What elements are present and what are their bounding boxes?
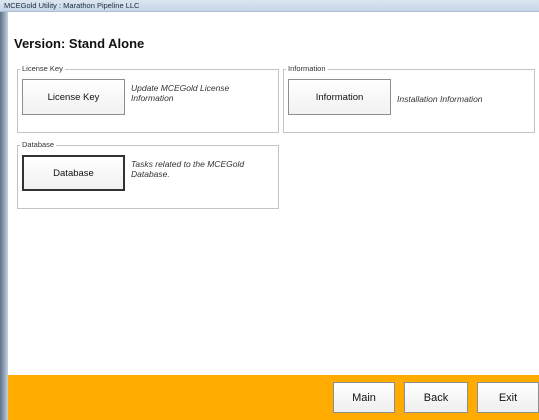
information-group: Information Information Installation Inf… [283, 64, 535, 133]
information-group-caption: Information [286, 64, 328, 74]
main-button[interactable]: Main [333, 382, 395, 413]
database-description: Tasks related to the MCEGold Database. [131, 159, 245, 179]
database-button[interactable]: Database [22, 155, 125, 191]
database-group-caption: Database [20, 140, 57, 150]
version-label: Version: Stand Alone [14, 36, 145, 51]
information-button[interactable]: Information [288, 79, 391, 115]
utility-window: MCEGold Utility : Marathon Pipeline LLC … [0, 0, 539, 420]
back-button[interactable]: Back [404, 382, 468, 413]
window-left-border [0, 12, 8, 420]
exit-button[interactable]: Exit [477, 382, 539, 413]
license-key-group: License Key License Key Update MCEGold L… [17, 64, 279, 133]
information-description: Installation Information [397, 94, 483, 104]
license-key-group-caption: License Key [20, 64, 65, 74]
license-key-description: Update MCEGold License Information [131, 83, 230, 103]
database-group: Database Database Tasks related to the M… [17, 140, 279, 209]
title-bar[interactable]: MCEGold Utility : Marathon Pipeline LLC [0, 0, 539, 12]
footer-bar: Main Back Exit [8, 375, 539, 420]
license-key-button[interactable]: License Key [22, 79, 125, 115]
window-title: MCEGold Utility : Marathon Pipeline LLC [4, 1, 140, 10]
